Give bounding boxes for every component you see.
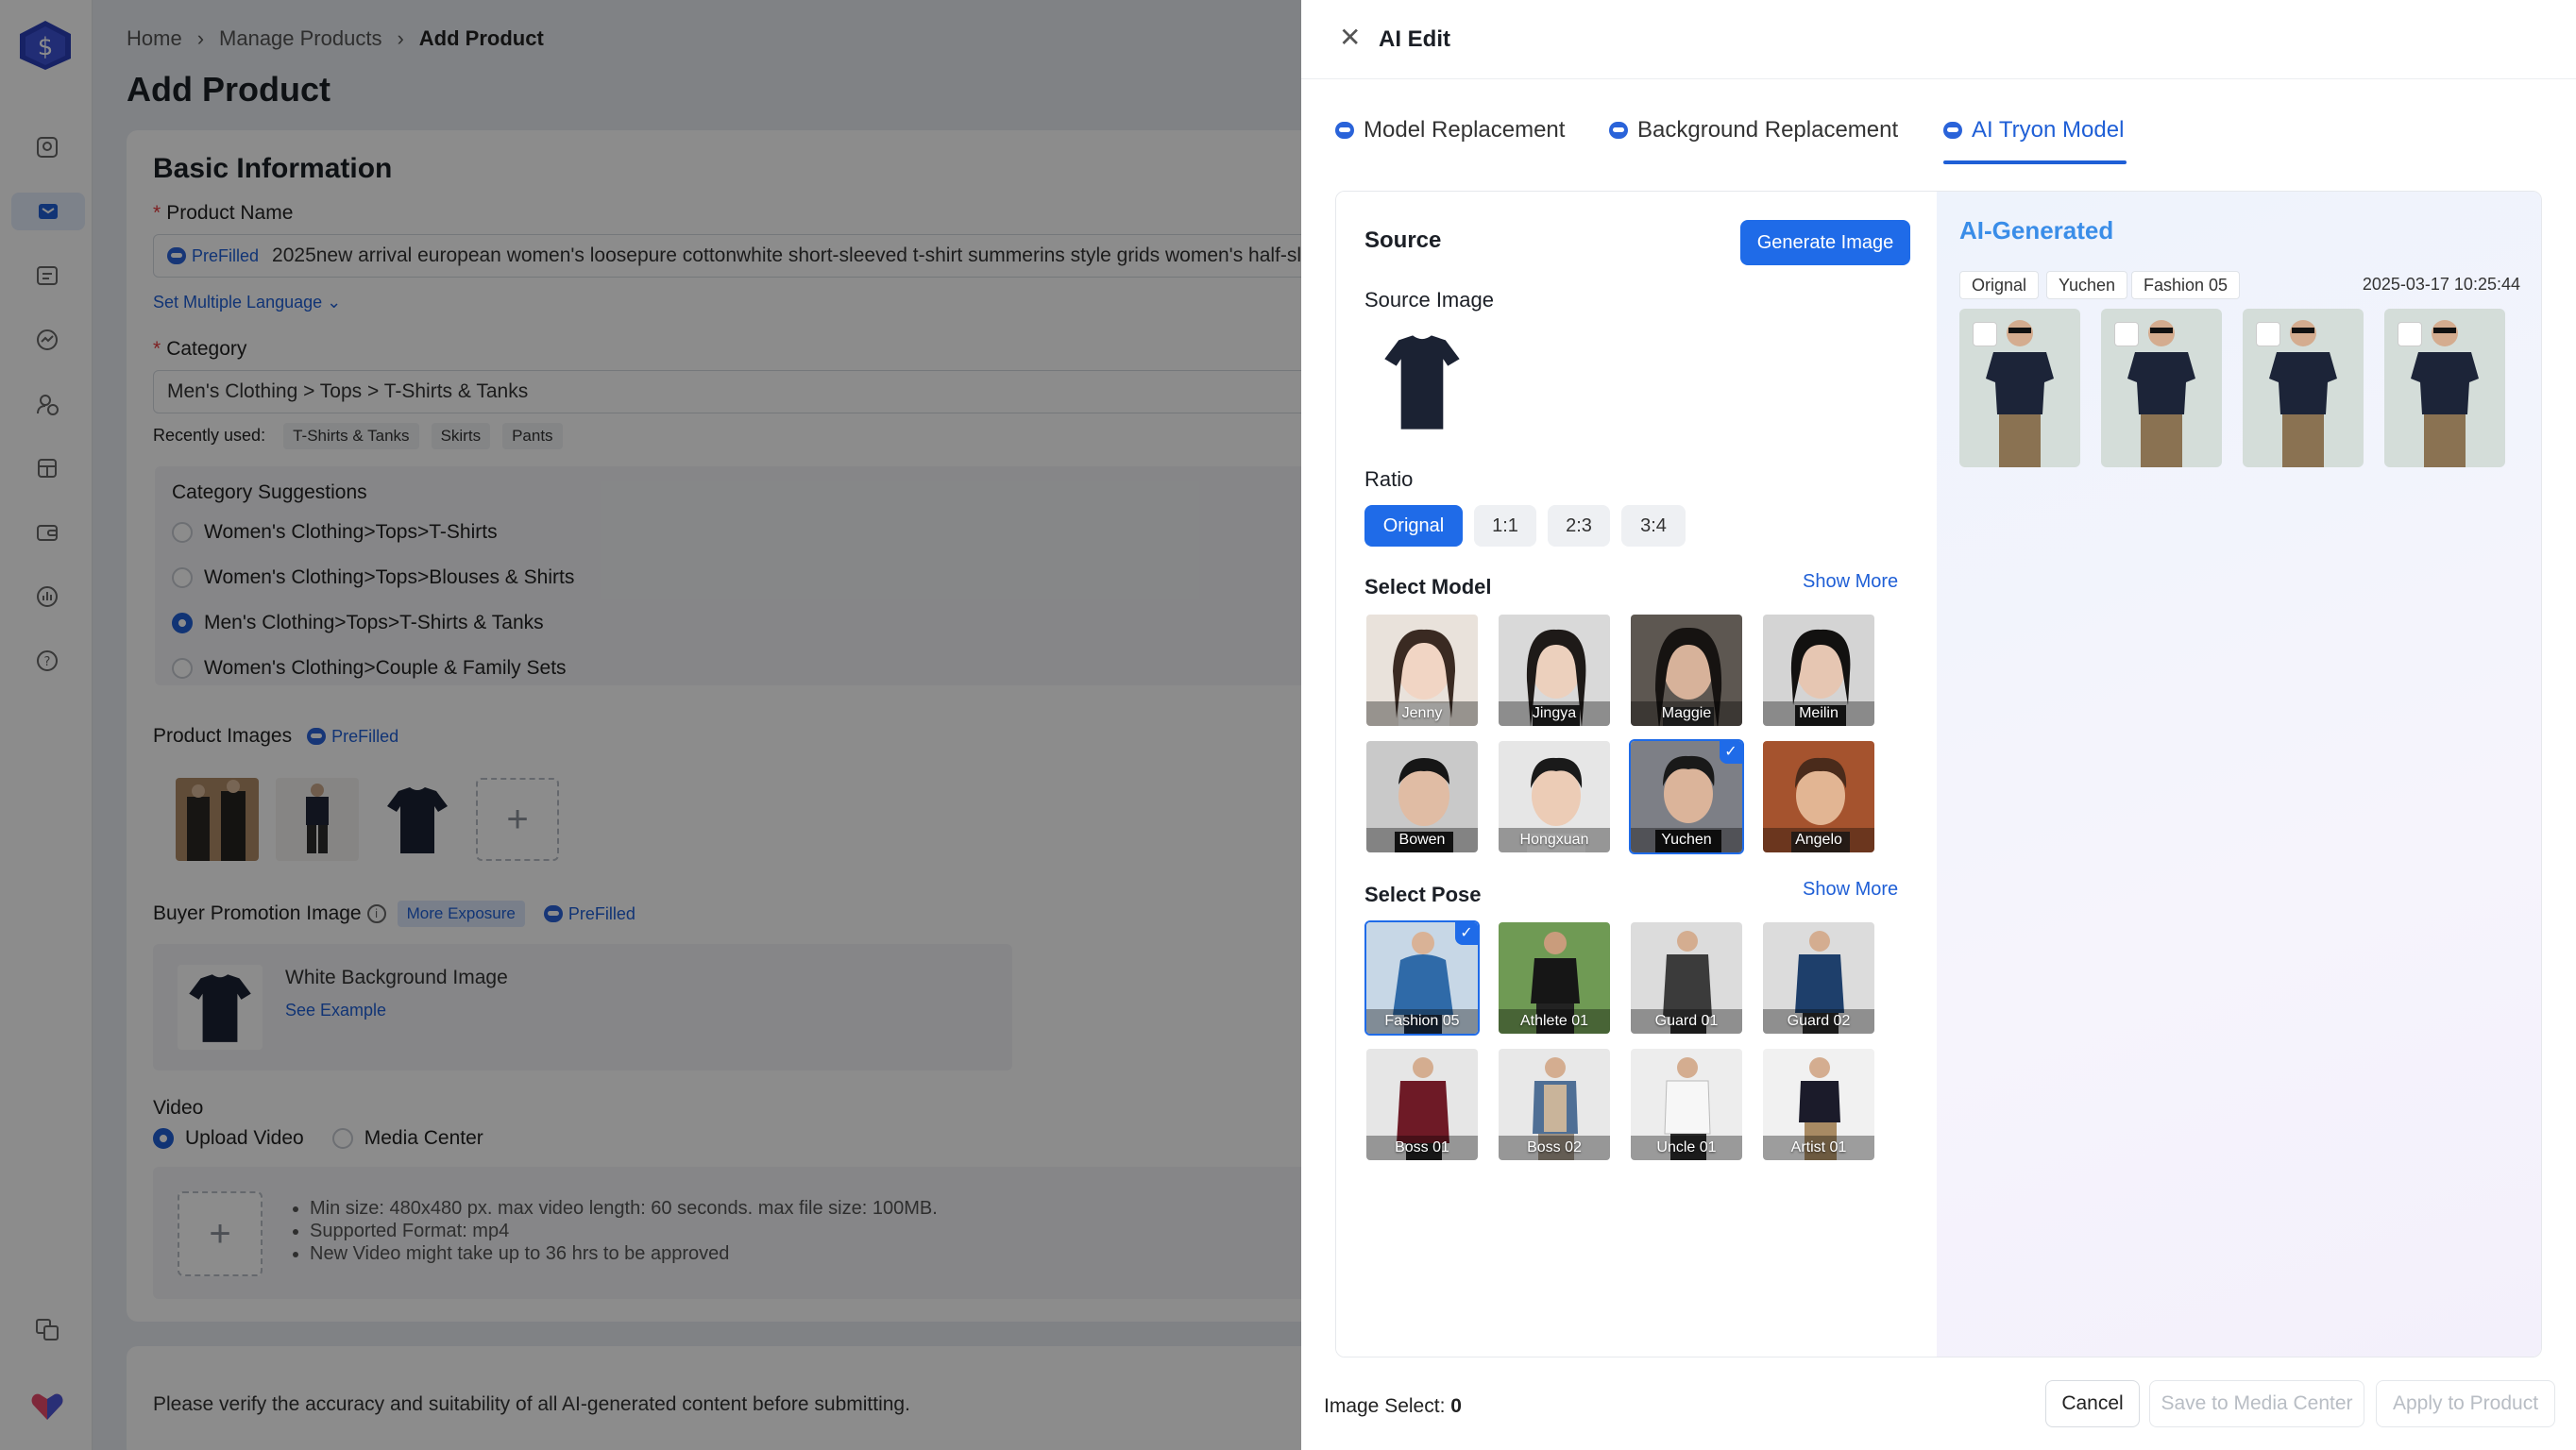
model-tile-meilin[interactable]: Meilin	[1761, 613, 1876, 728]
pose-tile-guard-01[interactable]: Guard 01	[1629, 920, 1744, 1036]
generate-image-button[interactable]: Generate Image	[1740, 220, 1910, 265]
cancel-button[interactable]: Cancel	[2045, 1380, 2140, 1427]
pose-tile-uncle-01[interactable]: Uncle 01	[1629, 1047, 1744, 1162]
apply-to-product-button[interactable]: Apply to Product	[2376, 1380, 2555, 1427]
ratio-1-1-button[interactable]: 1:1	[1474, 505, 1536, 547]
source-column: Source Generate Image Source Image Ratio…	[1336, 192, 1937, 1357]
ratio-2-3-button[interactable]: 2:3	[1548, 505, 1610, 547]
ai-generated-column: AI-Generated Orignal Yuchen Fashion 05 2…	[1937, 192, 2541, 1357]
tab-ai-tryon-model[interactable]: AI Tryon Model	[1943, 117, 2124, 143]
checkmark-icon: ✓	[1720, 741, 1742, 764]
model-tile-jenny[interactable]: Jenny	[1364, 613, 1480, 728]
select-checkbox[interactable]	[2398, 322, 2422, 346]
drawer-footer: Image Select: 0 Cancel Save to Media Cen…	[1301, 1363, 2576, 1450]
source-image[interactable]	[1370, 324, 1474, 441]
tab-model-replacement[interactable]: Model Replacement	[1335, 117, 1565, 143]
model-tile-yuchen[interactable]: Yuchen ✓	[1629, 739, 1744, 854]
ai-bot-icon	[1943, 122, 1962, 139]
save-to-media-center-button[interactable]: Save to Media Center	[2149, 1380, 2364, 1427]
model-tile-jingya[interactable]: Jingya	[1497, 613, 1612, 728]
ai-generated-title: AI-Generated	[1959, 216, 2114, 244]
pose-tile-athlete-01[interactable]: Athlete 01	[1497, 920, 1612, 1036]
drawer-header: ✕ AI Edit	[1301, 0, 2576, 79]
gen-timestamp: 2025-03-17 10:25:44	[2362, 275, 2520, 294]
generated-image[interactable]	[2243, 309, 2364, 467]
select-checkbox[interactable]	[2114, 322, 2139, 346]
show-more-models-link[interactable]: Show More	[1803, 571, 1898, 593]
select-pose-label: Select Pose	[1364, 883, 1482, 906]
model-tile-angelo[interactable]: Angelo	[1761, 739, 1876, 854]
tryon-panel: Source Generate Image Source Image Ratio…	[1335, 191, 2542, 1357]
select-checkbox[interactable]	[1973, 322, 1997, 346]
show-more-poses-link[interactable]: Show More	[1803, 879, 1898, 901]
ratio-label: Ratio	[1364, 467, 1414, 491]
modal-overlay[interactable]	[0, 0, 1301, 1450]
generated-image[interactable]	[1959, 309, 2080, 467]
model-tile-hongxuan[interactable]: Hongxuan	[1497, 739, 1612, 854]
source-heading: Source	[1364, 228, 1442, 253]
select-checkbox[interactable]	[2256, 322, 2280, 346]
pose-tile-boss-02[interactable]: Boss 02	[1497, 1047, 1612, 1162]
checkmark-icon: ✓	[1455, 922, 1478, 945]
model-tile-maggie[interactable]: Maggie	[1629, 613, 1744, 728]
ai-edit-drawer: ✕ AI Edit Model Replacement Background R…	[1301, 0, 2576, 1450]
pose-tile-boss-01[interactable]: Boss 01	[1364, 1047, 1480, 1162]
gen-chip-pose: Fashion 05	[2131, 271, 2241, 299]
gen-chip-model: Yuchen	[2046, 271, 2128, 299]
generated-image[interactable]	[2384, 309, 2505, 467]
ratio-original-button[interactable]: Orignal	[1364, 505, 1463, 547]
image-select-count: Image Select: 0	[1324, 1395, 1462, 1417]
pose-tile-guard-02[interactable]: Guard 02	[1761, 920, 1876, 1036]
source-image-label: Source Image	[1364, 288, 1494, 312]
generated-image[interactable]	[2101, 309, 2222, 467]
model-tile-bowen[interactable]: Bowen	[1364, 739, 1480, 854]
pose-tile-artist-01[interactable]: Artist 01	[1761, 1047, 1876, 1162]
select-model-label: Select Model	[1364, 575, 1492, 599]
drawer-title: AI Edit	[1379, 26, 1450, 52]
active-tab-indicator	[1943, 160, 2127, 164]
pose-tile-fashion-05[interactable]: Fashion 05 ✓	[1364, 920, 1480, 1036]
ai-bot-icon	[1609, 122, 1628, 139]
close-icon[interactable]: ✕	[1339, 25, 1361, 51]
ai-bot-icon	[1335, 122, 1354, 139]
gen-chip-original: Orignal	[1959, 271, 2040, 299]
ratio-3-4-button[interactable]: 3:4	[1621, 505, 1686, 547]
tab-background-replacement[interactable]: Background Replacement	[1609, 117, 1898, 143]
